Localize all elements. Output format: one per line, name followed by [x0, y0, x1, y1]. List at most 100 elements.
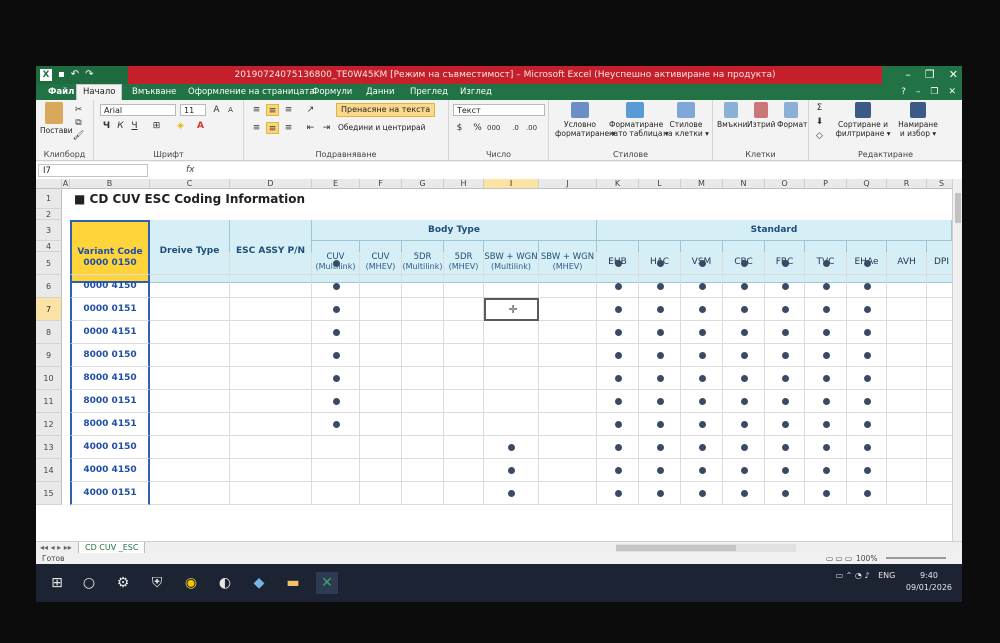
body-type-cell[interactable]	[444, 413, 484, 436]
standard-cell[interactable]	[723, 275, 765, 298]
body-type-cell[interactable]	[402, 390, 444, 413]
conditional-formatting-button[interactable]: Условно форматиране ▾	[555, 102, 615, 138]
standard-cell[interactable]	[765, 459, 805, 482]
standard-cell[interactable]	[597, 413, 639, 436]
body-type-cell[interactable]	[484, 413, 539, 436]
body-type-cell[interactable]	[312, 275, 360, 298]
format-painter-icon[interactable]: 🖌	[72, 130, 85, 142]
standard-cell[interactable]	[723, 344, 765, 367]
standard-cell[interactable]	[805, 413, 847, 436]
standard-cell[interactable]	[805, 390, 847, 413]
variant-code-cell[interactable]: 4000 4150	[70, 459, 150, 482]
close-button[interactable]: ✕	[949, 66, 958, 84]
body-type-cell[interactable]	[360, 459, 402, 482]
variant-code-cell[interactable]: 0000 4150	[70, 275, 150, 298]
standard-cell[interactable]	[927, 482, 952, 505]
zoom-level[interactable]: 100%	[856, 553, 877, 564]
delete-cells-button[interactable]: Изтрий	[747, 102, 775, 129]
standard-cell[interactable]	[639, 459, 681, 482]
shrink-font-icon[interactable]: A	[224, 104, 237, 116]
close-icon[interactable]: ✕	[948, 84, 956, 100]
body-type-cell[interactable]	[539, 321, 597, 344]
row-header-8[interactable]: 8	[36, 321, 62, 344]
align-middle-icon[interactable]: ≡	[266, 104, 279, 116]
column-header-e[interactable]: E	[312, 179, 360, 189]
font-name-field[interactable]: Arial	[100, 104, 176, 116]
italic-button[interactable]: К	[114, 120, 127, 132]
app-icon[interactable]: ◆	[248, 572, 270, 594]
grow-font-icon[interactable]: A	[210, 104, 223, 116]
column-header-j[interactable]: J	[539, 179, 597, 189]
standard-cell[interactable]	[927, 344, 952, 367]
help-icon[interactable]: ?	[901, 84, 906, 100]
esc-assy-cell[interactable]	[230, 482, 312, 505]
standard-cell[interactable]	[639, 413, 681, 436]
tab-formulas[interactable]: Формули	[306, 84, 358, 100]
active-cell-i7[interactable]: ✛	[484, 298, 539, 321]
align-center-icon[interactable]: ≡	[266, 122, 279, 134]
body-type-cell[interactable]	[444, 482, 484, 505]
variant-code-cell[interactable]: 0000 0151	[70, 298, 150, 321]
standard-cell[interactable]	[847, 298, 887, 321]
redo-button[interactable]: ↷	[85, 66, 93, 84]
standard-cell[interactable]	[597, 482, 639, 505]
horizontal-scrollbar[interactable]	[616, 544, 796, 552]
standard-cell[interactable]	[597, 298, 639, 321]
body-type-cell[interactable]	[402, 482, 444, 505]
body-type-cell[interactable]	[539, 390, 597, 413]
column-header-f[interactable]: F	[360, 179, 402, 189]
standard-cell[interactable]	[847, 413, 887, 436]
comma-style-icon[interactable]: 000	[487, 122, 500, 134]
variant-code-cell[interactable]: 8000 0151	[70, 390, 150, 413]
bold-button[interactable]: Ч	[100, 120, 113, 132]
standard-cell[interactable]	[805, 321, 847, 344]
body-type-cell[interactable]	[484, 482, 539, 505]
standard-cell[interactable]	[805, 367, 847, 390]
increase-indent-icon[interactable]: ⇥	[320, 122, 333, 134]
row-header-11[interactable]: 11	[36, 390, 62, 413]
column-header-a[interactable]: A	[62, 179, 70, 189]
zoom-slider[interactable]	[886, 557, 946, 559]
increase-decimal-icon[interactable]: .0	[509, 122, 522, 134]
standard-cell[interactable]	[887, 298, 927, 321]
borders-icon[interactable]: ⊞	[150, 120, 163, 132]
search-icon[interactable]: ○	[78, 572, 100, 594]
standard-cell[interactable]	[847, 344, 887, 367]
body-type-cell[interactable]	[444, 298, 484, 321]
body-type-cell[interactable]	[312, 367, 360, 390]
standard-cell[interactable]	[639, 344, 681, 367]
standard-cell[interactable]	[805, 252, 847, 275]
body-type-cell[interactable]	[539, 344, 597, 367]
row-header-5[interactable]: 5	[36, 252, 62, 275]
standard-cell[interactable]	[723, 413, 765, 436]
fill-icon[interactable]: ⬇	[813, 116, 826, 128]
column-header-p[interactable]: P	[805, 179, 847, 189]
variant-code-cell[interactable]: 4000 0150	[70, 436, 150, 459]
standard-cell[interactable]	[765, 252, 805, 275]
clear-icon[interactable]: ◇	[813, 130, 826, 142]
standard-cell[interactable]	[847, 367, 887, 390]
standard-cell[interactable]	[597, 390, 639, 413]
body-type-cell[interactable]	[444, 275, 484, 298]
body-type-cell[interactable]	[539, 275, 597, 298]
column-header-k[interactable]: K	[597, 179, 639, 189]
standard-cell[interactable]	[765, 344, 805, 367]
standard-cell[interactable]	[887, 459, 927, 482]
body-type-cell[interactable]	[402, 413, 444, 436]
standard-cell[interactable]	[765, 482, 805, 505]
row-header-2[interactable]: 2	[36, 209, 62, 220]
windows-start-icon[interactable]: ⊞	[46, 572, 68, 594]
align-top-icon[interactable]: ≡	[250, 104, 263, 116]
standard-cell[interactable]	[847, 459, 887, 482]
number-format-field[interactable]: Текст	[453, 104, 545, 116]
esc-assy-cell[interactable]	[230, 298, 312, 321]
body-type-cell[interactable]	[484, 436, 539, 459]
horizontal-scroll-thumb[interactable]	[616, 545, 736, 551]
fill-color-icon[interactable]: ◈	[174, 120, 187, 132]
paint-icon[interactable]: ◐	[214, 572, 236, 594]
standard-cell[interactable]	[765, 321, 805, 344]
minimize-button[interactable]: –	[905, 66, 911, 84]
standard-cell[interactable]	[681, 321, 723, 344]
body-type-cell[interactable]	[539, 367, 597, 390]
body-type-cell[interactable]	[312, 436, 360, 459]
